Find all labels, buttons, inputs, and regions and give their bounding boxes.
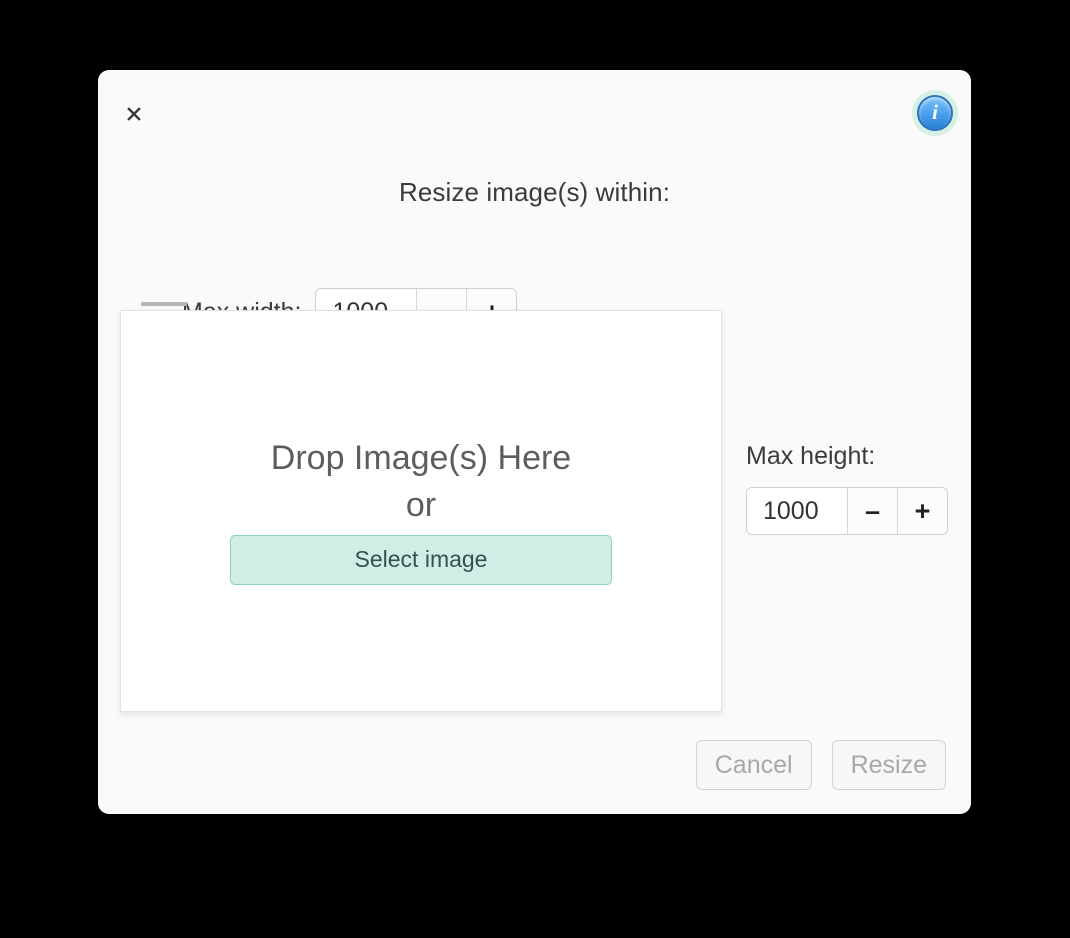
max-height-input[interactable]	[747, 488, 847, 534]
page-background: i Resize image(s) within: Max width: – +…	[0, 0, 1070, 938]
max-height-spinner: – +	[746, 487, 948, 535]
dialog-footer: Cancel Resize	[695, 740, 946, 790]
drop-zone-headline: Drop Image(s) Here	[270, 439, 572, 478]
resize-image-dialog: i Resize image(s) within: Max width: – +…	[98, 70, 971, 814]
max-height-increment-button[interactable]: +	[897, 488, 947, 534]
info-icon: i	[917, 95, 953, 131]
info-button[interactable]: i	[912, 90, 958, 136]
cancel-button[interactable]: Cancel	[695, 740, 812, 790]
select-image-button[interactable]: Select image	[230, 534, 612, 585]
max-height-decrement-button[interactable]: –	[847, 488, 897, 534]
occluded-field-edge	[141, 302, 187, 306]
image-drop-zone[interactable]: Drop Image(s) Here or Select image	[120, 310, 722, 712]
max-height-block: Max height: – +	[746, 442, 948, 535]
dialog-title: Resize image(s) within:	[398, 177, 671, 207]
close-x-icon	[123, 103, 145, 125]
drop-zone-or-label: or	[405, 485, 437, 524]
max-height-label: Max height:	[746, 442, 876, 470]
info-icon-letter: i	[932, 99, 938, 124]
resize-button[interactable]: Resize	[831, 740, 946, 790]
close-button[interactable]	[118, 98, 150, 130]
